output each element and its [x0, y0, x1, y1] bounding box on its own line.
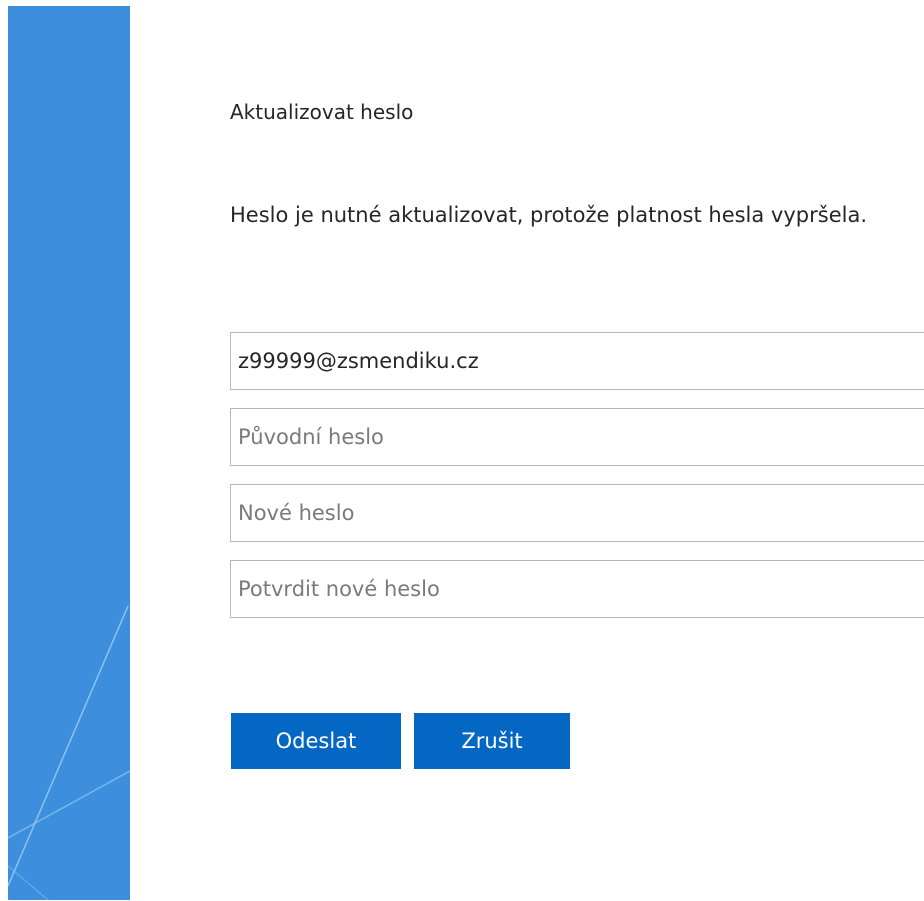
- page-title: Aktualizovat heslo: [230, 100, 414, 124]
- old-password-field[interactable]: [230, 408, 924, 466]
- username-field[interactable]: [230, 332, 924, 390]
- side-illustration-panel: [8, 6, 130, 900]
- expiry-message: Heslo je nutné aktualizovat, protože pla…: [230, 203, 867, 227]
- new-password-field[interactable]: [230, 484, 924, 542]
- submit-button[interactable]: Odeslat: [231, 713, 401, 769]
- password-update-page: Aktualizovat heslo Heslo je nutné aktual…: [0, 0, 924, 901]
- decorative-lines-graphic: [8, 605, 130, 900]
- cancel-button[interactable]: Zrušit: [414, 713, 570, 769]
- confirm-password-field[interactable]: [230, 560, 924, 618]
